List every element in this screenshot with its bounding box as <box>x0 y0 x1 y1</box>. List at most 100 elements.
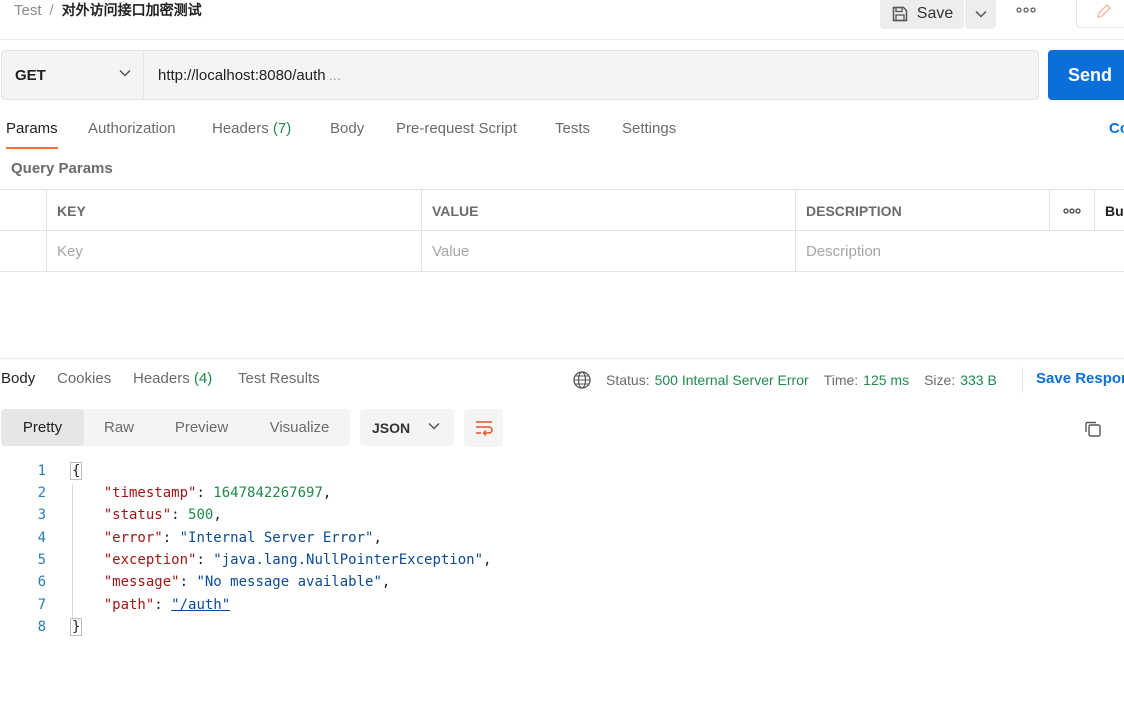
breadcrumb-separator: / <box>49 1 54 19</box>
format-select[interactable]: JSON <box>360 409 454 446</box>
breadcrumb-collection[interactable]: Test <box>14 2 42 19</box>
chevron-down-icon <box>119 69 131 77</box>
tab-label: Pre-request Script <box>396 120 517 137</box>
view-visualize[interactable]: Visualize <box>249 409 350 446</box>
save-options-button[interactable] <box>965 0 996 29</box>
response-status-bar: Status: 500 Internal Server Error Time: … <box>572 370 997 390</box>
tab-label: Params <box>6 120 58 137</box>
query-params-table: KEY VALUE DESCRIPTION Bu Key Value Descr… <box>0 189 1124 272</box>
json-value: "No message available" <box>196 574 382 590</box>
tab-label: Cookies <box>57 370 112 387</box>
send-button[interactable]: Send <box>1048 50 1124 100</box>
line-number: 7 <box>37 597 46 613</box>
json-link-value[interactable]: "/auth" <box>171 597 230 613</box>
code-line: 2 "timestamp": 1647842267697, <box>0 482 1124 504</box>
view-mode-selector: Pretty Raw Preview Visualize <box>1 409 350 446</box>
line-number: 5 <box>37 552 46 568</box>
code-line: 7 "path": "/auth" <box>0 594 1124 616</box>
tab-label: Body <box>330 120 365 137</box>
save-response-button[interactable]: Save Respor <box>1036 370 1124 387</box>
method-value: GET <box>15 66 46 84</box>
divider <box>1022 367 1023 393</box>
tab-body[interactable]: Body <box>330 120 364 137</box>
close-brace: } <box>70 618 83 636</box>
more-actions-button[interactable] <box>1014 0 1038 20</box>
size-label: Size: <box>924 372 956 388</box>
column-header-key: KEY <box>46 190 421 231</box>
column-options-button[interactable] <box>1049 190 1094 231</box>
code-line: 6 "message": "No message available", <box>0 571 1124 593</box>
json-value: 500 <box>188 507 214 523</box>
line-number: 6 <box>37 574 46 590</box>
method-select[interactable]: GET <box>1 50 144 100</box>
code-line: 4 "error": "Internal Server Error", <box>0 527 1124 549</box>
json-key: "exception" <box>103 552 197 568</box>
json-key: "path" <box>103 597 155 613</box>
value-input[interactable]: Value <box>421 231 796 272</box>
line-number: 2 <box>37 485 46 501</box>
tab-response-body[interactable]: Body <box>1 370 35 387</box>
json-key: "error" <box>103 530 163 546</box>
tab-response-cookies[interactable]: Cookies <box>57 370 111 387</box>
tab-pre-request-script[interactable]: Pre-request Script <box>396 120 517 137</box>
column-header-description: DESCRIPTION <box>795 190 1049 231</box>
json-value: "java.lang.NullPointerException" <box>213 552 484 568</box>
table-header-row: KEY VALUE DESCRIPTION Bu <box>0 190 1124 231</box>
open-brace: { <box>70 462 83 480</box>
json-key: "timestamp" <box>103 485 197 501</box>
json-key: "message" <box>103 574 180 590</box>
line-number: 4 <box>37 530 46 546</box>
tab-response-headers[interactable]: Headers (4) <box>133 370 212 387</box>
globe-icon[interactable] <box>572 370 592 390</box>
chevron-down-icon <box>974 10 987 18</box>
time-value[interactable]: 125 ms <box>863 372 909 388</box>
tab-label: Headers <box>133 370 190 387</box>
request-header: Test / 对外访问接口加密测试 Save <box>0 0 1124 40</box>
tab-label: Settings <box>622 120 677 137</box>
tab-authorization[interactable]: Authorization <box>88 120 176 137</box>
key-input[interactable]: Key <box>46 231 421 272</box>
view-raw[interactable]: Raw <box>84 409 154 446</box>
more-icon <box>1016 7 1036 13</box>
tab-params[interactable]: Params <box>6 120 58 149</box>
view-preview[interactable]: Preview <box>154 409 249 446</box>
save-icon <box>892 6 908 21</box>
json-key: "status" <box>103 507 172 523</box>
bulk-edit-button[interactable]: Bu <box>1094 190 1124 231</box>
status-value[interactable]: 500 Internal Server Error <box>655 372 809 388</box>
code-line: 1 { <box>0 460 1124 482</box>
url-bar: GET http://localhost:8080/auth ... <box>0 50 1040 100</box>
edit-button[interactable] <box>1076 0 1124 28</box>
view-pretty[interactable]: Pretty <box>1 409 84 446</box>
tab-label: Headers <box>212 120 269 137</box>
chevron-down-icon <box>428 422 440 430</box>
tab-settings[interactable]: Settings <box>622 120 676 137</box>
json-value: 1647842267697 <box>213 485 323 501</box>
request-name[interactable]: 对外访问接口加密测试 <box>62 0 202 20</box>
row-checkbox-cell <box>0 231 46 272</box>
wrap-lines-button[interactable] <box>464 409 503 447</box>
cookies-link[interactable]: Co <box>1109 120 1124 137</box>
code-line: 5 "exception": "java.lang.NullPointerExc… <box>0 549 1124 571</box>
size-value[interactable]: 333 B <box>960 372 997 388</box>
tab-tests[interactable]: Tests <box>555 120 590 137</box>
line-number: 3 <box>37 507 46 523</box>
time-label: Time: <box>823 372 859 388</box>
tab-headers[interactable]: Headers (7) <box>212 120 291 137</box>
save-button-label: Save <box>916 4 954 22</box>
url-input[interactable]: http://localhost:8080/auth ... <box>144 50 1039 100</box>
save-button[interactable]: Save <box>880 0 964 29</box>
line-number: 1 <box>37 463 46 479</box>
copy-button[interactable] <box>1082 418 1104 440</box>
tab-count: (4) <box>193 370 213 387</box>
breadcrumb: Test / 对外访问接口加密测试 <box>14 0 202 20</box>
tab-label: Test Results <box>238 370 320 387</box>
tab-label: Body <box>1 370 36 387</box>
description-input[interactable]: Description <box>795 231 1124 272</box>
query-params-title: Query Params <box>11 160 113 177</box>
copy-icon <box>1085 421 1101 437</box>
pencil-icon <box>1097 4 1111 18</box>
tab-test-results[interactable]: Test Results <box>238 370 320 387</box>
table-row: Key Value Description <box>0 231 1124 272</box>
format-value: JSON <box>372 419 411 436</box>
